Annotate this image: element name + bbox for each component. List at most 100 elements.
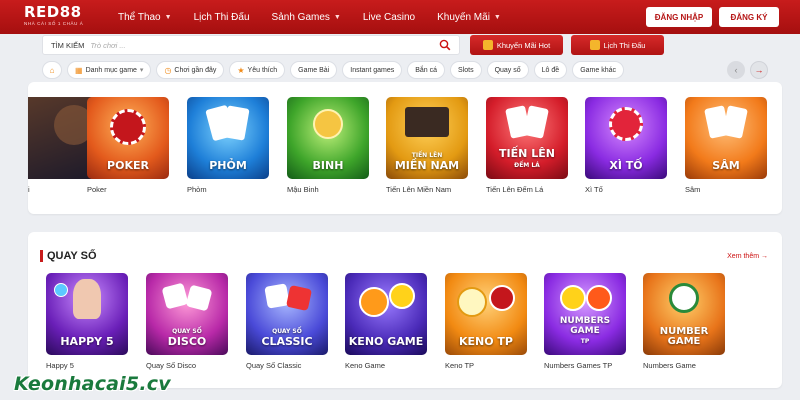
game-name: Happy 5 (46, 361, 74, 370)
chip-lottery[interactable]: Quay số (486, 61, 529, 79)
game-thumbnail: PHỎM (187, 97, 269, 179)
match-schedule-button[interactable]: Lịch Thi Đấu (571, 35, 664, 55)
game-art-subtitle: QUAY SỐ (172, 328, 202, 335)
game-thumbnail: QUAY SỐ DISCO (146, 273, 228, 355)
chip-game-categories[interactable]: ▦ Danh mục game ▾ (67, 61, 152, 79)
game-art-subtitle: ĐẾM LÁ (514, 162, 540, 169)
lottery-ball-icon (457, 287, 487, 317)
see-more-text: Xem thêm (727, 253, 760, 260)
poker-chip-icon (110, 109, 146, 145)
scroll-right-button[interactable]: → (750, 61, 768, 79)
playing-card-icon (523, 105, 549, 139)
brand-logo[interactable]: RED88 NHÀ CÁI SỐ 1 CHÂU Á (24, 4, 96, 30)
playing-card-icon (722, 105, 748, 139)
nav-promotions[interactable]: Khuyến Mãi ▼ (437, 12, 501, 23)
chip-label: Chơi gần đây (174, 66, 217, 74)
search-input[interactable]: TÌM KIẾM Trò chơi ... (42, 35, 460, 55)
game-thumbnail: QUAY SỐ CLASSIC (246, 273, 328, 355)
game-thumbnail: NUMBER GAME (643, 273, 725, 355)
game-art-main: CLASSIC (261, 335, 313, 348)
arrow-right-icon: → (761, 253, 768, 260)
nav-schedule[interactable]: Lịch Thi Đấu (194, 12, 250, 23)
chip-fishing[interactable]: Bắn cá (407, 61, 446, 79)
game-tile[interactable]: TIẾN LÊN MIỀN NAM Tiến Lên Miền Nam (386, 97, 468, 194)
nav-sports[interactable]: Thể Thao ▼ (118, 12, 172, 23)
lottery-ball-icon (669, 283, 699, 313)
lottery-tile[interactable]: HAPPY 5 Happy 5 (46, 273, 128, 370)
game-name: Keno TP (445, 361, 475, 370)
dice-icon (161, 282, 189, 310)
chip-instant-games[interactable]: Instant games (342, 61, 403, 79)
see-more-link[interactable]: Xem thêm → (727, 253, 768, 260)
game-tile[interactable]: PHỎM Phỏm (187, 97, 269, 194)
search-label: TÌM KIẾM (51, 40, 85, 50)
scroll-left-button[interactable]: ‹ (727, 61, 745, 79)
game-art-title: HAPPY 5 (60, 335, 114, 348)
game-name: Keno Game (345, 361, 386, 370)
hostess-image (73, 279, 101, 319)
lottery-tile[interactable]: NUMBERS GAME TP Numbers Games TP (544, 273, 626, 370)
game-art-title: QUAY SỐ DISCO (146, 325, 228, 347)
home-icon: ⌂ (49, 65, 55, 75)
game-art-title: KENO GAME (348, 335, 424, 348)
chip-label: Game Bài (298, 66, 330, 74)
game-name: Tiến Lên Đếm Lá (486, 185, 544, 194)
chip-card-games[interactable]: Game Bài (290, 61, 338, 79)
chip-label: Game khác (580, 66, 616, 74)
calendar-icon (589, 40, 600, 50)
lottery-ball-icon (389, 283, 415, 309)
game-tile[interactable]: TIẾN LÊN ĐẾM LÁ Tiến Lên Đếm Lá (486, 97, 568, 194)
chip-home[interactable]: ⌂ (42, 61, 62, 79)
game-name: Phỏm (187, 185, 207, 194)
clock-icon: ◷ (164, 65, 172, 75)
game-tile[interactable]: POKER Poker (87, 97, 169, 194)
section-title: QUAY SỐ (40, 250, 97, 262)
login-button[interactable]: ĐĂNG NHẬP (646, 7, 712, 27)
lottery-ball-icon (586, 285, 612, 311)
chip-slots[interactable]: Slots (450, 61, 482, 79)
game-tile[interactable]: SÂM Sâm (685, 97, 767, 194)
game-art-title: TIẾN LÊN MIỀN NAM (386, 149, 468, 171)
game-tile[interactable]: XÌ TỐ Xì Tố (585, 97, 667, 194)
lottery-tile[interactable]: NUMBER GAME Numbers Game (643, 273, 725, 370)
game-art-title: QUAY SỐ CLASSIC (246, 325, 328, 347)
nav-game-lobby[interactable]: Sảnh Games ▼ (272, 12, 341, 23)
lottery-tile[interactable]: KENO TP Keno TP (445, 273, 527, 370)
search-placeholder: Trò chơi ... (90, 40, 126, 50)
game-tile[interactable]: i (28, 97, 96, 194)
chevron-down-icon: ▼ (493, 13, 501, 21)
game-thumbnail: XÌ TỐ (585, 97, 667, 179)
game-art-main: TIẾN LÊN (499, 147, 555, 160)
lottery-tile[interactable]: QUAY SỐ CLASSIC Quay Số Classic (246, 273, 328, 370)
register-button[interactable]: ĐĂNG KÝ (719, 7, 779, 27)
game-tile[interactable]: BINH Mậu Binh (287, 97, 369, 194)
game-art-subtitle: TIẾN LÊN (411, 152, 443, 159)
badge-icon (313, 109, 343, 139)
game-thumbnail: BINH (287, 97, 369, 179)
chevron-down-icon: ▼ (164, 13, 172, 21)
game-name: Poker (87, 185, 107, 194)
chip-recent[interactable]: ◷ Chơi gần đây (156, 61, 225, 79)
search-icon[interactable] (439, 39, 451, 51)
promo-label: Khuyến Mãi Hot (496, 40, 551, 50)
hot-promotions-button[interactable]: Khuyến Mãi Hot (470, 35, 563, 55)
chip-lo-de[interactable]: Lô đề (533, 61, 568, 79)
game-art-subtitle: QUAY SỐ (272, 328, 302, 335)
chip-favorites[interactable]: ★ Yêu thích (229, 61, 286, 79)
game-art-title: NUMBER GAME (659, 326, 709, 347)
nav-live-casino[interactable]: Live Casino (363, 12, 415, 23)
nav-label: Thể Thao (118, 11, 161, 23)
logo-tagline: NHÀ CÁI SỐ 1 CHÂU Á (24, 21, 84, 26)
schedule-label: Lịch Thi Đấu (603, 40, 646, 50)
game-name: Quay Số Classic (246, 361, 302, 370)
lottery-tile[interactable]: KENO GAME Keno Game (345, 273, 427, 370)
dice-icon (185, 284, 213, 312)
game-name: Sâm (685, 185, 701, 194)
game-art-main: NUMBERS GAME (559, 316, 611, 336)
lottery-tile[interactable]: QUAY SỐ DISCO Quay Số Disco (146, 273, 228, 370)
chevron-left-icon: ‹ (734, 65, 738, 75)
title-accent (40, 250, 43, 262)
chip-other-games[interactable]: Game khác (572, 61, 624, 79)
game-art-title: BINH (312, 159, 344, 172)
game-thumbnail: SÂM (685, 97, 767, 179)
